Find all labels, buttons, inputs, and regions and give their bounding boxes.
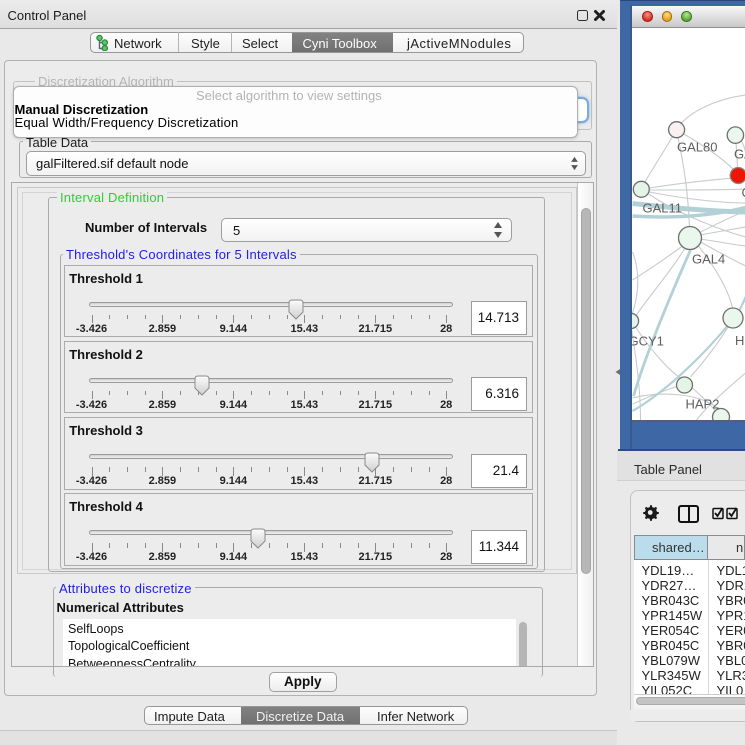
svg-text:GAL11: GAL11 (642, 201, 682, 216)
svg-text:GAL80: GAL80 (677, 140, 717, 155)
svg-text:H: H (735, 333, 744, 348)
svg-text:C: C (741, 185, 745, 200)
svg-text:GAL4: GAL4 (692, 252, 725, 267)
svg-text:HAP2: HAP2 (685, 397, 719, 412)
svg-text:GCY1: GCY1 (632, 334, 664, 349)
svg-text:GA: GA (734, 147, 745, 162)
